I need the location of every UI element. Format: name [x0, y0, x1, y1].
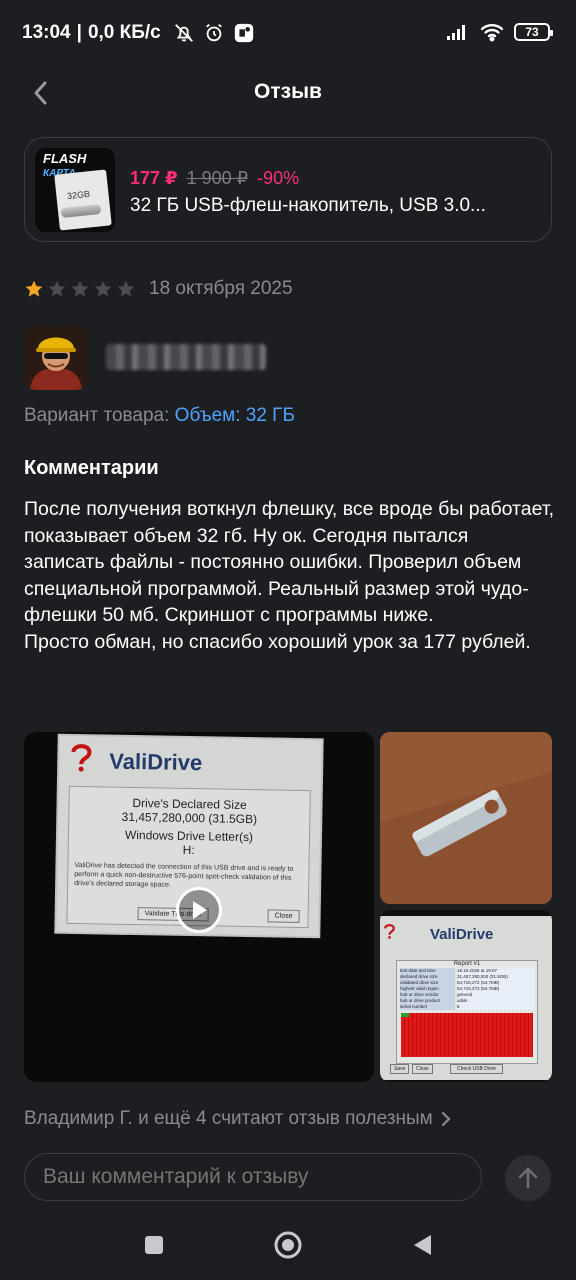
review-date: 18 октября 2025 — [149, 278, 293, 299]
alarm-icon — [205, 23, 222, 42]
status-icons-left — [173, 22, 255, 44]
report-close-button: Close — [412, 1064, 433, 1074]
play-icon — [193, 901, 207, 919]
status-bar: 13:04 | 0,0 КБ/с 73 — [0, 0, 576, 70]
rating-row: 18 октября 2025 — [24, 278, 293, 300]
report-app-title: ValiDrive — [430, 926, 494, 943]
review-comment-text: После получения воткнул флешку, все врод… — [24, 498, 555, 653]
variant-label: Вариант товара: — [24, 405, 170, 426]
avatar-image — [24, 326, 88, 390]
product-image: FLASH КАРТА 32GB — [35, 148, 115, 232]
report-grid — [401, 1013, 533, 1057]
helpful-votes-link[interactable]: Владимир Г. и ещё 4 считают отзыв полезн… — [24, 1108, 451, 1130]
rating-stars — [24, 279, 139, 299]
send-button[interactable] — [505, 1155, 551, 1201]
product-package — [54, 169, 112, 231]
star-empty-icon — [71, 280, 89, 297]
validrive-title: ValiDrive — [109, 748, 203, 776]
price-current: 177 ₽ — [130, 168, 178, 188]
report-row: serial number 6 — [400, 1004, 534, 1010]
network-speed: 0,0 КБ/с — [87, 22, 161, 43]
product-card[interactable]: FLASH КАРТА 32GB 177 ₽ 1 900 ₽ -90% 32 Г… — [24, 137, 552, 242]
status-divider: | — [76, 22, 82, 43]
system-navigation-bar — [0, 1215, 576, 1280]
recents-button[interactable] — [138, 1229, 170, 1261]
chevron-right-icon — [441, 1111, 451, 1127]
product-name: 32 ГБ USB-флеш-накопитель, USB 3.0... — [130, 195, 486, 216]
author-name-blurred — [106, 344, 266, 370]
variant-value[interactable]: Объем: 32 ГБ — [175, 405, 295, 426]
review-photo-report[interactable]: ValiDrive Report #1 test date and time 18… — [380, 910, 552, 1082]
home-button[interactable] — [272, 1229, 304, 1261]
app-notification-icon — [234, 23, 253, 43]
page-title: Отзыв — [254, 80, 322, 103]
price-row: 177 ₽ 1 900 ₽ -90% — [130, 168, 299, 189]
star-empty-icon — [48, 280, 66, 297]
triangle-back-icon — [414, 1235, 431, 1255]
validrive-message: ValiDrive has detected the connection of… — [74, 862, 294, 889]
report-box: Report #1 test date and time 18.10.2025 a… — [396, 960, 538, 1064]
bell-off-icon — [174, 24, 193, 42]
back-nav-button[interactable] — [406, 1229, 438, 1261]
report-check-button: Check USB Drive — [450, 1064, 503, 1074]
battery-indicator: 73 — [514, 23, 553, 41]
declared-size-value: 31,457,280,000 (31.5GB) — [121, 809, 258, 827]
discount-badge: -90% — [257, 168, 300, 188]
home-circle-icon — [274, 1231, 302, 1259]
status-time: 13:04 — [22, 22, 71, 43]
report-save-button: Save — [390, 1064, 410, 1074]
star-filled-icon — [25, 280, 43, 297]
review-photo-usb[interactable] — [380, 732, 552, 904]
star-empty-icon — [117, 280, 135, 297]
drive-letters-value: H: — [182, 842, 195, 858]
header: Отзыв — [0, 70, 576, 116]
status-right: 73 — [446, 22, 553, 42]
author-avatar[interactable] — [24, 326, 88, 390]
product-variant: Вариант товара: Объем: 32 ГБ — [24, 405, 295, 427]
report-row-value: 6 — [457, 1004, 534, 1010]
comments-heading: Комментарии — [24, 457, 159, 479]
wifi-icon — [480, 24, 504, 42]
validrive-logo-icon — [384, 924, 395, 939]
arrow-up-icon — [518, 1167, 538, 1189]
report-window: ValiDrive Report #1 test date and time 18… — [380, 916, 552, 1080]
report-rows: test date and time 18.10.2025 at 19:07 dec… — [397, 967, 537, 1011]
validrive-logo-icon — [67, 742, 98, 773]
price-old: 1 900 ₽ — [186, 168, 249, 188]
report-row-key: serial number — [400, 1004, 455, 1010]
comment-input[interactable] — [24, 1153, 482, 1201]
play-button[interactable] — [176, 887, 222, 933]
star-empty-icon — [94, 280, 112, 297]
helpful-text: Владимир Г. и ещё 4 считают отзыв полезн… — [24, 1108, 433, 1129]
review-video[interactable]: ValiDrive Drive's Declared Size 31,457,2… — [24, 732, 374, 1082]
close-button-in-photo: Close — [267, 909, 300, 923]
report-grid-valid-cell — [401, 1013, 409, 1017]
battery-level: 73 — [525, 25, 539, 39]
status-left: 13:04 | 0,0 КБ/с — [22, 22, 255, 44]
square-icon — [145, 1236, 163, 1254]
usb-drive-photo — [380, 732, 552, 904]
signal-icon — [447, 25, 465, 40]
